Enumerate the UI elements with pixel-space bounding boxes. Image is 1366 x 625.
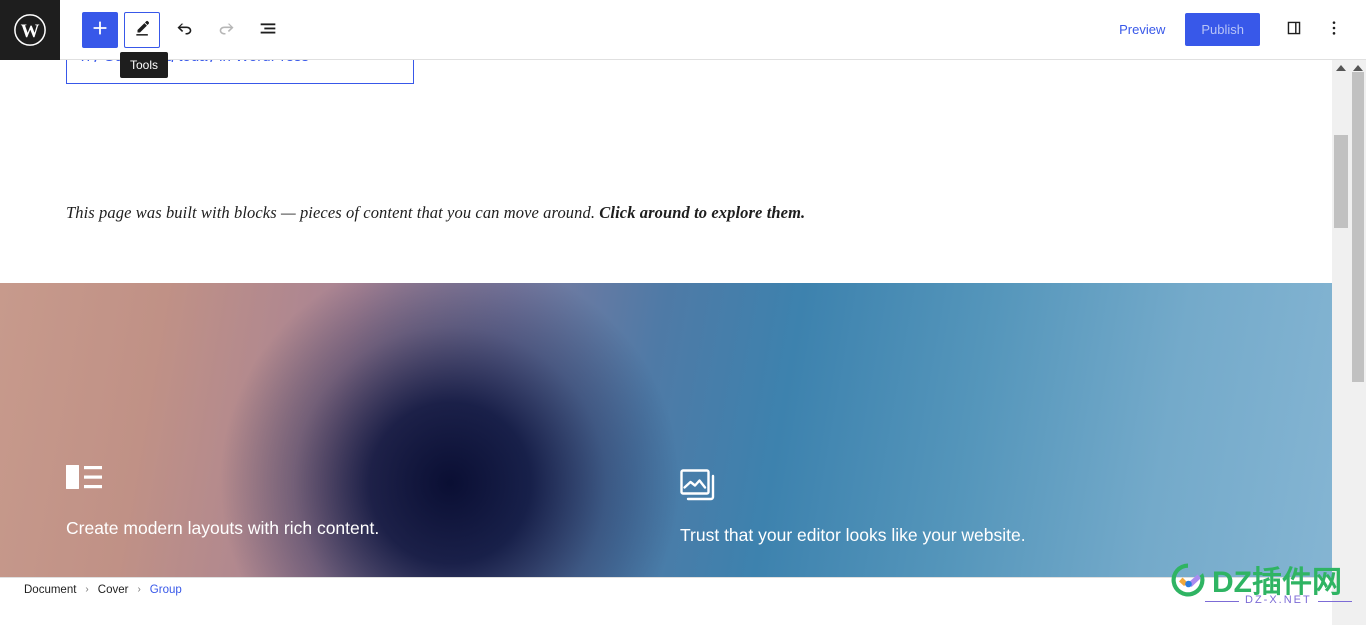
browser-scrollbar[interactable]: [1350, 60, 1366, 625]
scroll-up-button[interactable]: [1332, 60, 1350, 76]
list-view-icon: [257, 17, 279, 42]
media-and-text-icon: [66, 464, 102, 492]
cover-block[interactable]: Create modern layouts with rich content.…: [0, 283, 1332, 601]
scrollbar-thumb[interactable]: [1334, 135, 1348, 228]
toolbar-right-group: Preview Publish: [1107, 12, 1366, 48]
redo-button[interactable]: [208, 12, 244, 48]
settings-sidebar-toggle-button[interactable]: [1276, 12, 1312, 48]
sidebar-panel-icon: [1284, 18, 1304, 41]
three-dots-vertical-icon: [1324, 18, 1344, 41]
breadcrumb-item-group[interactable]: Group: [148, 584, 184, 596]
tools-tooltip: Tools: [120, 52, 169, 78]
cover-column-text: Trust that your editor looks like your w…: [680, 525, 1026, 545]
gutenberg-promo-link[interactable]: Try Gutenberg today in WordPress: [78, 60, 309, 62]
intro-paragraph-emphasis: Click around to explore them.: [599, 203, 806, 222]
cover-column-text: Create modern layouts with rich content.: [66, 518, 380, 538]
cover-column-gallery[interactable]: Trust that your editor looks like your w…: [680, 469, 1026, 545]
gallery-images-icon: [680, 469, 718, 503]
cover-column-media-text[interactable]: Create modern layouts with rich content.: [66, 464, 379, 538]
add-block-button[interactable]: [82, 11, 118, 48]
breadcrumb-item-cover[interactable]: Cover: [96, 584, 131, 596]
undo-button[interactable]: [166, 12, 202, 48]
editor-canvas[interactable]: Try Gutenberg today in WordPress This pa…: [0, 60, 1332, 601]
undo-arrow-icon: [174, 18, 195, 42]
editor-scrollbar[interactable]: [1332, 60, 1350, 625]
redo-arrow-icon: [216, 18, 237, 42]
more-options-button[interactable]: [1316, 12, 1352, 48]
toolbar-left-group: [60, 11, 292, 48]
svg-text:W: W: [21, 21, 40, 42]
scrollbar-thumb[interactable]: [1352, 72, 1364, 382]
list-view-button[interactable]: [250, 12, 286, 48]
cover-gradient-background: [0, 283, 1332, 601]
tools-edit-button[interactable]: [124, 11, 160, 48]
intro-paragraph-lead: This page was built with blocks — pieces…: [66, 203, 600, 222]
chevron-up-icon: [1353, 65, 1363, 71]
breadcrumb-separator: ›: [137, 584, 141, 595]
scrollbar-corner: [1332, 601, 1366, 625]
breadcrumb-item-document[interactable]: Document: [22, 584, 78, 596]
intro-paragraph[interactable]: This page was built with blocks — pieces…: [66, 203, 805, 223]
editor-header-toolbar: W Preview Publish: [0, 0, 1366, 60]
wordpress-block-editor: W Preview Publish Tools This page was bu…: [0, 0, 1366, 625]
selected-block-outline[interactable]: [66, 60, 414, 84]
block-breadcrumb: Document › Cover › Group: [0, 577, 1332, 601]
pencil-edit-icon: [132, 18, 152, 41]
publish-button[interactable]: Publish: [1185, 13, 1260, 46]
preview-button[interactable]: Preview: [1107, 14, 1177, 45]
plus-icon: [89, 17, 111, 42]
breadcrumb-separator: ›: [85, 584, 89, 595]
wordpress-logo-icon[interactable]: W: [0, 0, 60, 60]
chevron-up-icon: [1336, 65, 1346, 71]
